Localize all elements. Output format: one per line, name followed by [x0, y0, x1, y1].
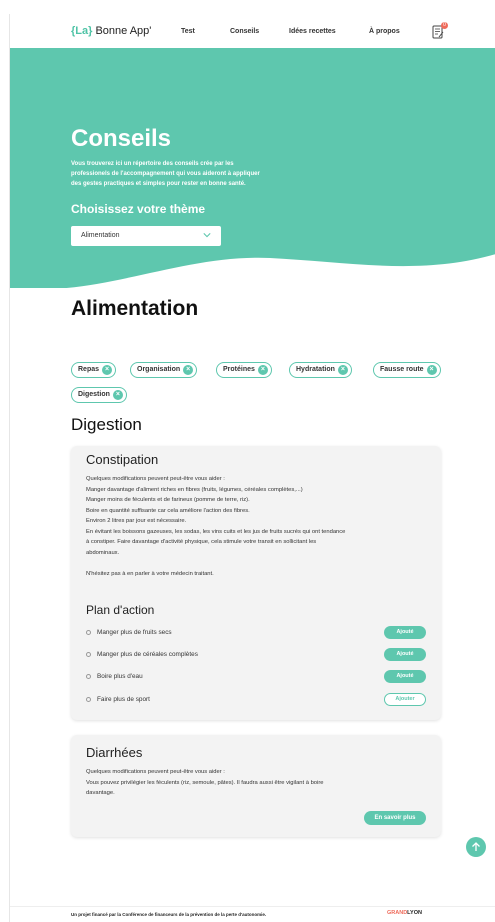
card-line: abdominaux. — [86, 549, 120, 556]
card-line: à constiper. Faire davantage d'activité … — [86, 539, 317, 545]
close-icon[interactable]: × — [102, 365, 113, 375]
chip-hydratation[interactable]: Hydratation × — [289, 362, 352, 378]
theme-label: Choisissez votre thème — [71, 202, 206, 216]
close-icon[interactable]: × — [426, 365, 437, 375]
hero-description: Vous trouverez ici un répertoire des con… — [71, 161, 260, 187]
site-header: {La} Bonne App' Test Conseils Idées rece… — [10, 14, 495, 48]
plan-item: Faire plus de sport Ajouter — [86, 693, 426, 707]
close-icon[interactable]: × — [337, 365, 348, 375]
back-to-top-button[interactable] — [466, 837, 486, 857]
chip-label: Protéines — [223, 366, 255, 373]
grand-lyon-logo[interactable]: GRANDLYON — [387, 910, 422, 916]
plan-title: Plan d'action — [86, 603, 155, 617]
card-line: Vous pouvez privilégier les féculents (r… — [86, 779, 324, 786]
card-title: Diarrhées — [86, 745, 143, 760]
card-line: Environ 2 litres par jour est nécessaire… — [86, 518, 187, 524]
plan-item-label: Faire plus de sport — [97, 696, 150, 703]
plan-item: Manger plus de fruits secs Ajouté — [86, 626, 426, 640]
bullet-icon — [86, 674, 91, 679]
plan-item: Manger plus de céréales complètes Ajouté — [86, 648, 426, 662]
card-line: Manger davantage d'aliment riches en fib… — [86, 486, 303, 493]
footer-text: Un projet financé par la Conférence de f… — [71, 912, 267, 917]
arrow-up-icon — [472, 842, 480, 851]
hero-section: Conseils Vous trouverez ici un répertoir… — [10, 48, 495, 288]
bullet-icon — [86, 697, 91, 702]
bullet-icon — [86, 630, 91, 635]
plan-item-label: Manger plus de céréales complètes — [97, 651, 198, 658]
add-button[interactable]: Ajouter — [384, 693, 426, 706]
card-line: En évitant les boissons gazeuses, les so… — [86, 528, 346, 535]
notification-badge: 0 — [441, 22, 448, 29]
nav-conseils[interactable]: Conseils — [230, 28, 259, 35]
close-icon[interactable]: × — [112, 390, 123, 400]
card-line: Quelques modifications peuvent peut-être… — [86, 769, 225, 775]
card-line: Manger moins de féculents et de farineux… — [86, 497, 250, 503]
close-icon[interactable]: × — [183, 365, 194, 375]
chip-organisation[interactable]: Organisation × — [130, 362, 198, 378]
chip-label: Organisation — [137, 366, 181, 373]
plan-item-label: Boire plus d'eau — [97, 673, 143, 680]
subsection-title: Digestion — [71, 415, 142, 434]
nav-test[interactable]: Test — [181, 28, 195, 35]
chip-label: Fausse route — [380, 366, 424, 373]
chip-digestion[interactable]: Digestion × — [71, 387, 127, 403]
logo[interactable]: {La} Bonne App' — [71, 25, 151, 37]
section-title: Alimentation — [71, 297, 199, 320]
chevron-down-icon — [203, 233, 211, 238]
theme-select-value: Alimentation — [81, 232, 120, 239]
theme-select[interactable]: Alimentation — [71, 226, 221, 246]
nav-a-propos[interactable]: À propos — [369, 28, 400, 35]
chip-proteines[interactable]: Protéines × — [216, 362, 272, 378]
close-icon[interactable]: × — [257, 365, 268, 375]
logo-part-a: GRAND — [387, 910, 408, 916]
card-diarrhees: Diarrhées Quelques modifications peuvent… — [71, 735, 441, 837]
card-constipation: Constipation Quelques modifications peuv… — [71, 446, 441, 720]
site-footer: Un projet financé par la Conférence de f… — [10, 906, 495, 922]
added-button[interactable]: Ajouté — [384, 626, 426, 639]
hero-wave — [10, 254, 495, 288]
page-frame: {La} Bonne App' Test Conseils Idées rece… — [9, 14, 495, 922]
card-line — [86, 558, 426, 569]
chip-fausse-route[interactable]: Fausse route × — [373, 362, 441, 378]
plan-item-label: Manger plus de fruits secs — [97, 629, 172, 636]
plan-item: Boire plus d'eau Ajouté — [86, 670, 426, 684]
card-text: Quelques modifications peuvent peut-être… — [86, 474, 426, 579]
card-text: Quelques modifications peuvent peut-être… — [86, 767, 426, 799]
card-line: davantage. — [86, 790, 115, 796]
page-title: Conseils — [71, 125, 172, 152]
added-button[interactable]: Ajouté — [384, 648, 426, 661]
card-line: Quelques modifications peuvent peut-être… — [86, 476, 225, 482]
chip-label: Repas — [78, 366, 100, 373]
logo-la: La — [75, 25, 89, 37]
learn-more-button[interactable]: En savoir plus — [364, 811, 426, 825]
logo-text: Bonne App' — [92, 25, 152, 37]
added-button[interactable]: Ajouté — [384, 670, 426, 683]
notepad-icon[interactable]: 0 — [432, 22, 448, 40]
card-line: Boire en quantité suffisante car cela am… — [86, 507, 250, 514]
chip-repas[interactable]: Repas × — [71, 362, 117, 378]
card-title: Constipation — [86, 452, 159, 467]
bullet-icon — [86, 652, 91, 657]
nav-idees-recettes[interactable]: Idées recettes — [289, 28, 336, 35]
chip-label: Hydratation — [296, 366, 335, 373]
chip-label: Digestion — [78, 391, 110, 398]
card-line: N'hésitez pas à en parler à votre médeci… — [86, 570, 214, 577]
logo-part-b: LYON — [407, 910, 422, 916]
